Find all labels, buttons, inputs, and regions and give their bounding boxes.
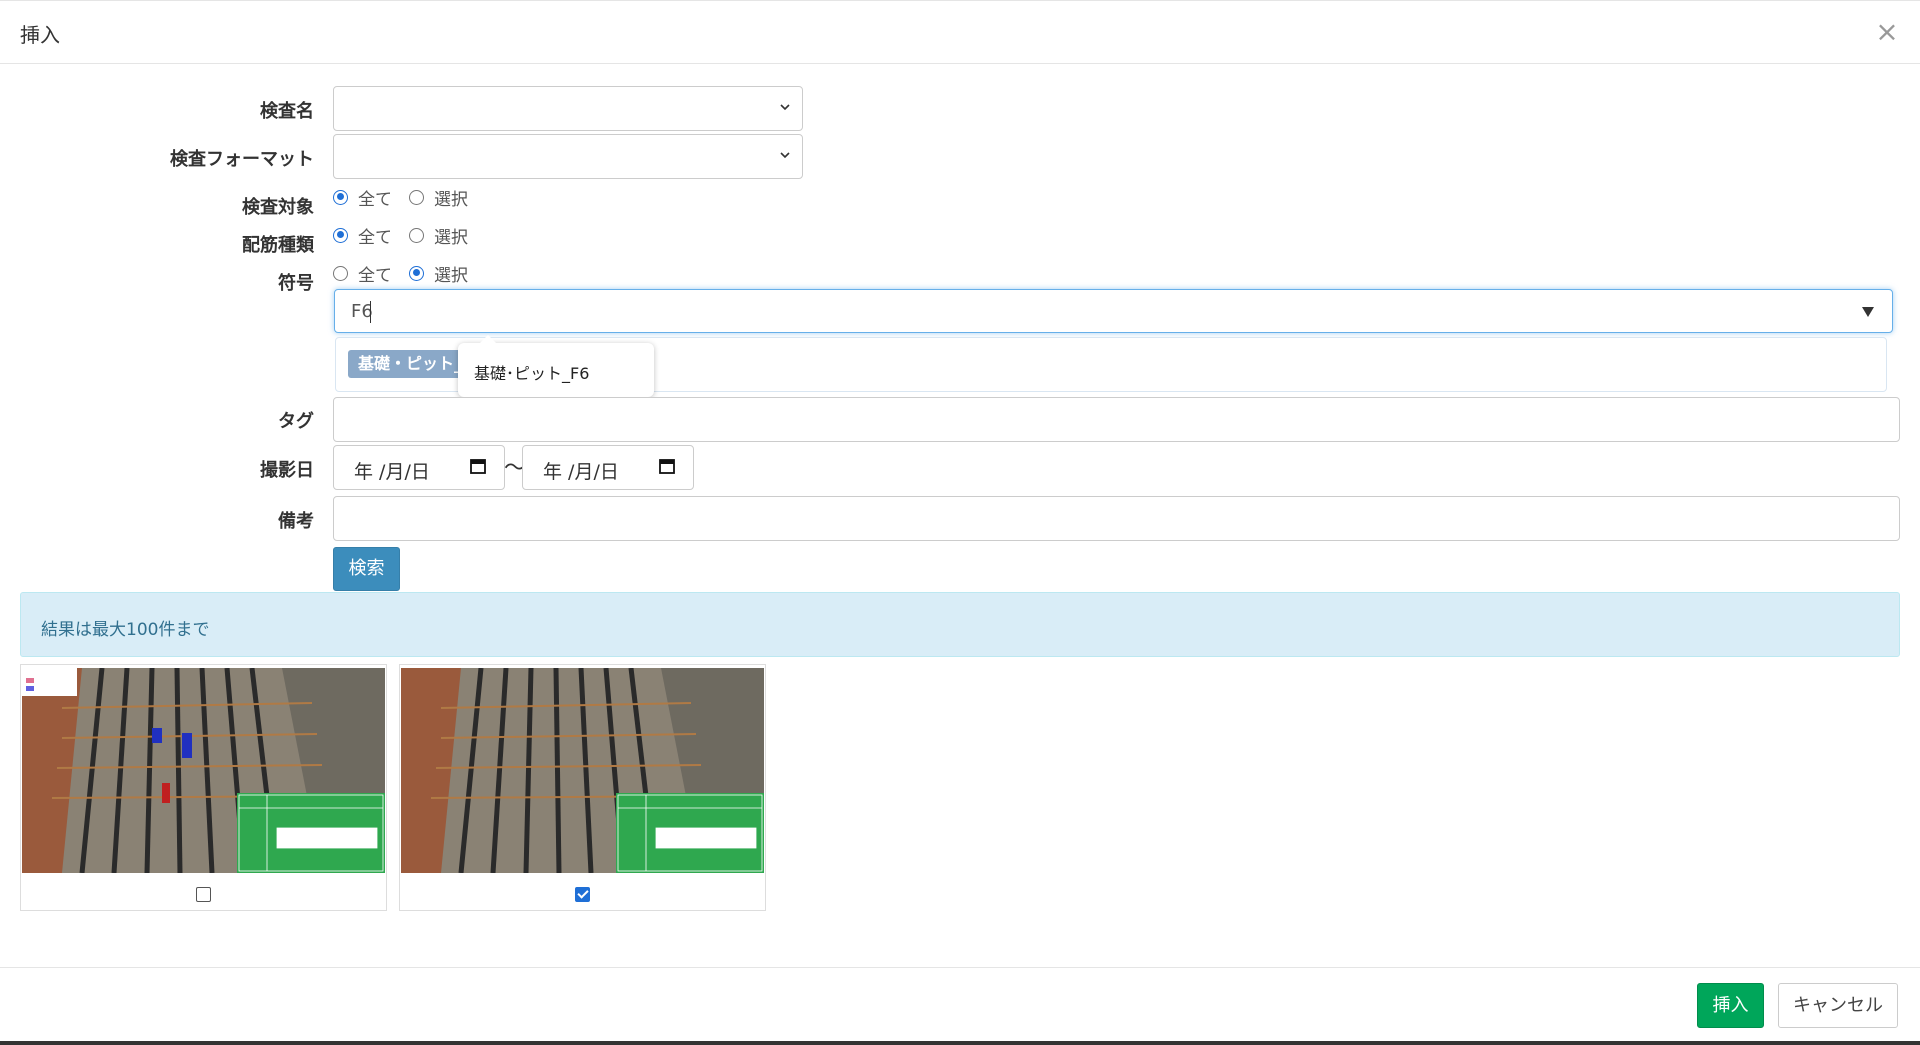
radio-select-label: 選択 [434,227,468,248]
insert-button[interactable]: 挿入 [1697,983,1764,1028]
insert-modal: 挿入 × 検査名 検査フォーマット 検査対象 全て 選択 配筋種類 全て 選択 … [0,0,1920,1045]
rebar-type-select-radio[interactable] [409,227,424,243]
results-info-text: 結果は最大100件まで [41,620,210,640]
search-button[interactable]: 検索 [333,547,400,591]
results-info-alert: 結果は最大100件まで [20,592,1900,657]
inspection-target-radios: 全て 選択 [333,185,485,210]
result-checkbox[interactable] [575,887,590,902]
inspection-format-select[interactable] [333,134,803,179]
chevron-down-icon [780,104,790,111]
inspection-name-label: 検査名 [260,101,314,122]
symbol-chip[interactable]: 基礎・ピット_F6 [348,350,468,378]
inspection-name-select[interactable] [333,86,803,131]
symbol-combobox[interactable]: F6 [334,289,1893,333]
radio-all-label: 全て [358,265,392,286]
date-to-input[interactable]: 年 /月/日 [522,445,694,490]
radio-all-label: 全て [358,227,392,248]
symbol-suggestion-popup[interactable]: 基礎･ピット_F6 [458,335,654,397]
close-icon[interactable]: × [1872,15,1902,49]
symbol-all-radio[interactable] [333,265,348,281]
date-from-input[interactable]: 年 /月/日 [333,445,505,490]
radio-all-label: 全て [358,189,392,210]
tag-label: タグ [278,411,314,432]
tag-input[interactable] [333,397,1900,442]
rebar-photo[interactable] [401,668,764,873]
result-checkbox[interactable] [196,887,211,902]
radio-select-label: 選択 [434,265,468,286]
date-from-value: 年 /月/日 [354,461,430,483]
remarks-input[interactable] [333,496,1900,541]
calendar-icon[interactable] [470,458,486,474]
symbol-radios: 全て 選択 [333,261,485,286]
window-bottom-edge [0,1041,1920,1045]
symbol-label: 符号 [278,273,314,294]
inspection-format-label: 検査フォーマット [170,149,314,170]
rebar-type-label: 配筋種類 [242,235,314,256]
modal-title: 挿入 [20,23,60,47]
rebar-photo[interactable] [22,668,385,873]
inspection-target-all-radio[interactable] [333,189,348,205]
dropdown-arrow-icon[interactable] [1862,307,1874,317]
calendar-icon[interactable] [659,458,675,474]
modal-footer [0,967,1920,1045]
text-cursor [370,301,371,323]
radio-select-label: 選択 [434,189,468,210]
modal-header: 挿入 × [0,0,1920,64]
result-card[interactable] [20,664,387,911]
chevron-down-icon [780,152,790,159]
remarks-label: 備考 [278,511,314,532]
symbol-suggestion-item[interactable]: 基礎･ピット_F6 [474,364,589,383]
result-card[interactable] [399,664,766,911]
shoot-date-label: 撮影日 [260,460,314,481]
date-to-value: 年 /月/日 [543,461,619,483]
symbol-select-radio[interactable] [409,265,424,281]
inspection-target-label: 検査対象 [242,197,314,218]
rebar-type-all-radio[interactable] [333,227,348,243]
rebar-type-radios: 全て 選択 [333,223,485,248]
cancel-button[interactable]: キャンセル [1778,983,1898,1028]
inspection-target-select-radio[interactable] [409,189,424,205]
